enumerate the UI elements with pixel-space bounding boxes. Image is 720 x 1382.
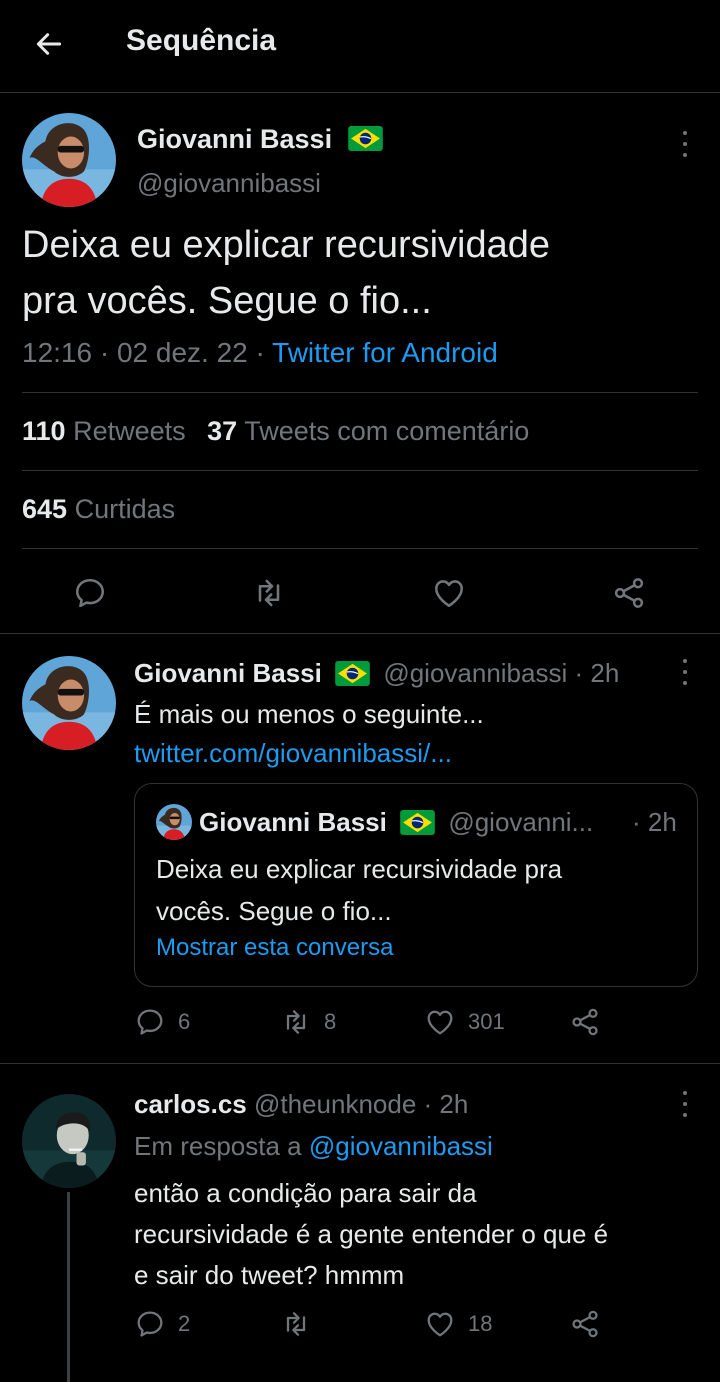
retweet-count: 8	[324, 1009, 337, 1034]
tweet-time: 2h	[439, 1089, 469, 1119]
author-name[interactable]: Giovanni Bassi	[134, 658, 322, 688]
retweet-icon	[280, 1308, 312, 1340]
quotes-stat[interactable]: 37 Tweets com comentário	[207, 416, 529, 446]
retweet-icon	[280, 1006, 312, 1038]
author-handle[interactable]: @giovannibassi	[383, 658, 567, 688]
more-icon[interactable]	[675, 131, 695, 157]
retweet-action[interactable]: 8	[280, 1006, 336, 1038]
tweet-date: 02 dez. 22	[116, 337, 248, 368]
like-icon	[424, 1308, 456, 1340]
divider	[22, 548, 698, 549]
quoted-text-line: Deixa eu explicar recursividade pra	[156, 854, 563, 884]
quoted-text-line: vocês. Segue o fio...	[156, 896, 392, 926]
avatar[interactable]	[22, 1094, 116, 1188]
brazil-flag-icon	[400, 810, 435, 835]
share-icon	[569, 1308, 601, 1340]
tweet-text-line: Deixa eu explicar recursividade	[22, 224, 551, 266]
author-handle[interactable]: @giovannibassi	[137, 168, 321, 199]
brazil-flag-icon	[335, 661, 370, 686]
author-row: Giovanni Bassi	[137, 124, 383, 155]
meta-separator: ·	[99, 337, 110, 368]
more-icon[interactable]	[675, 659, 695, 685]
show-conversation-link[interactable]: Mostrar esta conversa	[156, 934, 393, 962]
tweet-time: 12:16	[22, 337, 93, 368]
like-action[interactable]: 301	[424, 1006, 505, 1038]
meta-separator: ·	[574, 658, 584, 688]
author-row: Giovanni Bassi @giovannibassi · 2h	[134, 658, 619, 689]
divider	[0, 633, 720, 634]
retweet-icon[interactable]	[251, 575, 287, 611]
retweets-label: Retweets	[73, 416, 186, 446]
reply-count: 6	[178, 1009, 191, 1034]
quoted-author-row: Giovanni Bassi @giovanni...	[199, 807, 593, 838]
page-title: Sequência	[126, 24, 277, 57]
tweet-text-line: recursividade é a gente entender o que é	[134, 1219, 609, 1249]
likes-label: Curtidas	[74, 494, 176, 524]
tweet-meta: 12:16 · 02 dez. 22 · Twitter for Android	[22, 337, 498, 369]
retweet-action[interactable]	[280, 1308, 324, 1340]
avatar[interactable]	[22, 113, 116, 207]
meta-separator: ·	[423, 1089, 433, 1119]
author-name[interactable]: carlos.cs	[134, 1089, 247, 1119]
like-count: 301	[468, 1009, 505, 1034]
like-icon	[424, 1006, 456, 1038]
tweet-text-line: então a condição para sair da	[134, 1178, 477, 1208]
reply-icon	[134, 1308, 166, 1340]
in-reply-handle[interactable]: @giovannibassi	[309, 1131, 493, 1161]
share-icon	[569, 1006, 601, 1038]
author-handle[interactable]: @theunknode	[254, 1089, 416, 1119]
header-divider	[0, 92, 720, 93]
quoted-author-name: Giovanni Bassi	[199, 807, 387, 837]
thread-line	[67, 1192, 70, 1382]
brazil-flag-icon	[348, 126, 383, 151]
quotes-label: Tweets com comentário	[244, 416, 530, 446]
engagement-stats: 110 Retweets 37 Tweets com comentário	[22, 416, 529, 447]
back-arrow-icon[interactable]	[33, 28, 65, 60]
tweet-time: 2h	[590, 658, 620, 688]
likes-count: 645	[22, 494, 68, 524]
like-icon[interactable]	[431, 575, 467, 611]
likes-stat[interactable]: 645 Curtidas	[22, 494, 175, 525]
quoted-tweet-card[interactable]: Giovanni Bassi @giovanni... · 2h Deixa e…	[134, 783, 698, 987]
reply-action[interactable]: 6	[134, 1006, 190, 1038]
share-action[interactable]	[569, 1006, 601, 1038]
quoted-text: Deixa eu explicar recursividade pra você…	[156, 848, 562, 932]
retweets-count: 110	[22, 416, 66, 446]
avatar	[156, 804, 192, 840]
in-reply-to: Em resposta a @giovannibassi	[134, 1131, 493, 1162]
tweet-text: Deixa eu explicar recursividade pra você…	[22, 217, 550, 329]
tweet-source-link[interactable]: Twitter for Android	[272, 337, 498, 368]
reply-icon	[134, 1006, 166, 1038]
quoted-author-handle: @giovanni...	[448, 807, 594, 837]
like-action[interactable]: 18	[424, 1308, 492, 1340]
divider	[22, 392, 698, 393]
quotes-count: 37	[207, 416, 238, 446]
tweet-text-line: e sair do tweet? hmmm	[134, 1260, 405, 1290]
share-action[interactable]	[569, 1308, 601, 1340]
like-count: 18	[468, 1311, 493, 1336]
share-icon[interactable]	[611, 575, 647, 611]
reply-icon[interactable]	[72, 575, 108, 611]
author-name[interactable]: Giovanni Bassi	[137, 124, 332, 154]
author-row: carlos.cs @theunknode · 2h	[134, 1089, 468, 1120]
reply-action[interactable]: 2	[134, 1308, 190, 1340]
tweet-link[interactable]: twitter.com/giovannibassi/...	[134, 738, 452, 769]
avatar[interactable]	[22, 656, 116, 750]
reply-count: 2	[178, 1311, 191, 1336]
meta-separator: ·	[255, 337, 265, 368]
tweet-text: então a condição para sair da recursivid…	[134, 1173, 608, 1296]
retweets-stat[interactable]: 110 Retweets	[22, 416, 193, 446]
more-icon[interactable]	[675, 1091, 695, 1117]
tweet-text-line: pra vocês. Segue o fio...	[22, 280, 432, 322]
quoted-time: · 2h	[632, 807, 677, 837]
divider	[22, 470, 698, 471]
tweet-text: É mais ou menos o seguinte...	[134, 699, 484, 729]
in-reply-prefix: Em resposta a	[134, 1131, 302, 1161]
divider	[0, 1063, 720, 1064]
